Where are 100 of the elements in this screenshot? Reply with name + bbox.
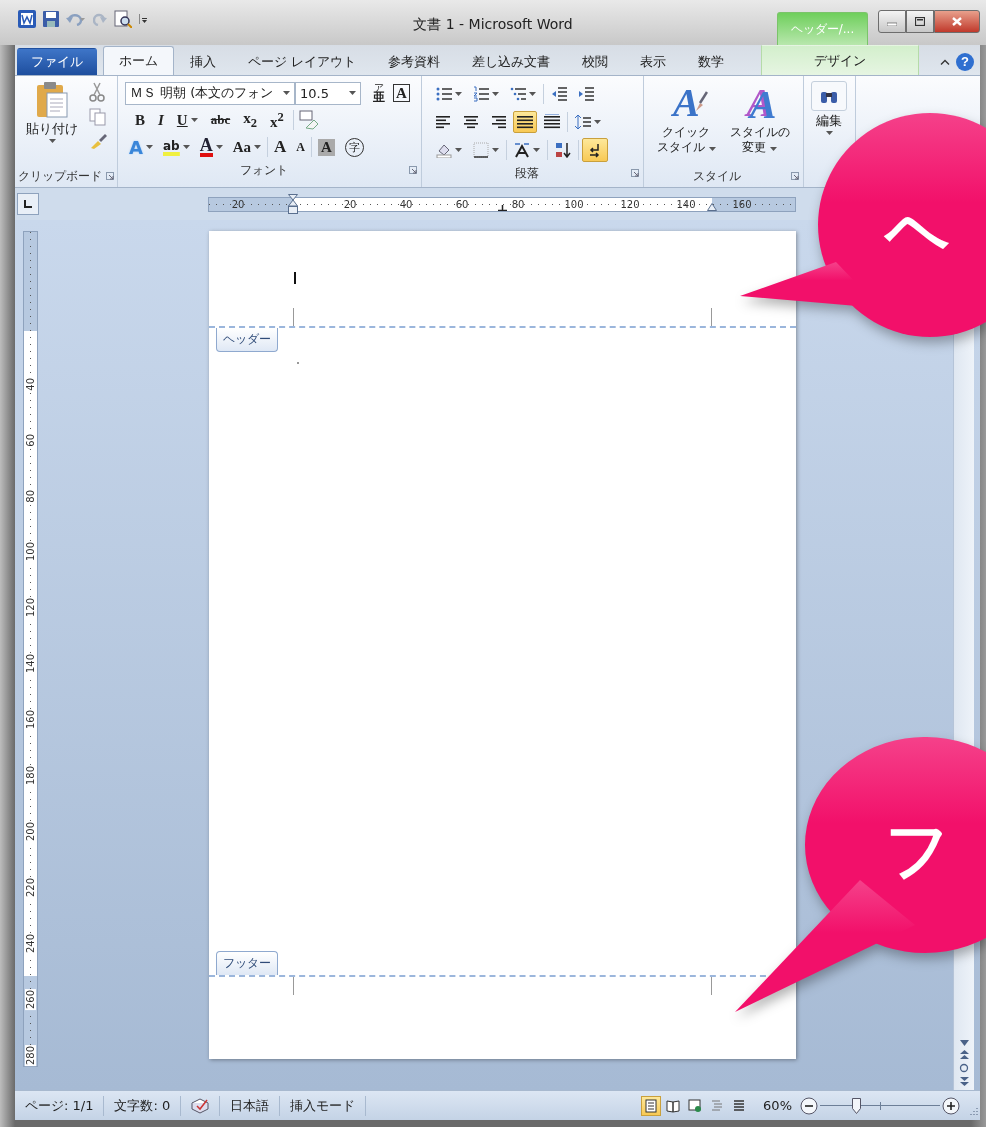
help-button[interactable]: ?	[956, 52, 974, 71]
browse-object-icon[interactable]	[959, 1063, 969, 1073]
ruler-number: 160	[731, 198, 753, 210]
format-painter-icon[interactable]	[89, 132, 107, 150]
highlight-button[interactable]: ab	[158, 136, 194, 158]
print-layout-view-button[interactable]	[641, 1095, 662, 1116]
shrink-button[interactable]: A	[292, 136, 309, 158]
ruler-number: 200	[24, 821, 36, 843]
callout-text: フ	[885, 815, 951, 885]
status-button[interactable]: 挿入モード	[290, 1096, 356, 1115]
group-label: クリップボード	[18, 167, 102, 185]
slider-thumb[interactable]	[852, 1097, 861, 1114]
ribbon-tab[interactable]: 参考資料	[372, 48, 457, 75]
caret-icon	[708, 147, 716, 151]
maximize-button[interactable]	[906, 10, 934, 33]
ribbon-tab[interactable]: 校閲	[566, 48, 625, 75]
ruler-number: 260	[24, 989, 36, 1011]
next-page-icon[interactable]	[959, 1077, 969, 1086]
distribute-icon	[544, 114, 560, 130]
paragraph-mark	[297, 362, 299, 364]
outline-view-icon	[710, 1098, 725, 1113]
underline-button[interactable]: U	[172, 109, 202, 131]
grow-button[interactable]: A	[269, 136, 291, 158]
decrease-indent-icon	[551, 86, 567, 102]
caret-icon	[533, 148, 540, 152]
font-name-field[interactable]: ＭＳ 明朝 (本文のフォン	[125, 81, 295, 105]
superscript-button[interactable]: x$^{2}$	[265, 109, 288, 131]
subscript-button[interactable]: x$_{2}$	[239, 109, 261, 131]
center-tab-icon[interactable]	[498, 204, 507, 211]
dialog-launcher-icon[interactable]	[631, 169, 639, 177]
caret-icon	[283, 91, 290, 95]
previous-page-icon[interactable]	[959, 1050, 969, 1059]
minimize-button[interactable]	[878, 10, 906, 33]
caret-icon	[455, 148, 462, 152]
caret-icon	[349, 91, 356, 95]
font-size-field[interactable]: 10.5	[295, 81, 361, 105]
case-button[interactable]: Aa	[228, 136, 265, 158]
show-marks-button[interactable]	[582, 138, 608, 162]
ruler-number: 140	[675, 198, 697, 210]
ribbon-tab[interactable]: 数学	[682, 48, 741, 75]
ribbon-tab[interactable]: 挿入	[174, 48, 232, 75]
collapse-ribbon-icon[interactable]	[940, 58, 950, 65]
scroll-down-icon[interactable]	[959, 1040, 969, 1046]
ribbon-tab[interactable]: ホーム	[103, 46, 174, 75]
caret-icon	[492, 148, 499, 152]
italic-button[interactable]: I	[154, 109, 168, 131]
window-title: 文書 1 - Microsoft Word	[413, 16, 573, 32]
ruler-number: 60	[454, 198, 470, 210]
zoom-slider[interactable]	[820, 1099, 940, 1112]
caret-icon	[190, 118, 198, 122]
status-text: ページ: 1/1	[25, 1096, 94, 1115]
clear-formatting-icon[interactable]	[298, 110, 319, 130]
ruby-button[interactable]: ア 亜	[369, 82, 389, 104]
close-button[interactable]	[934, 10, 980, 33]
text-cursor	[294, 272, 296, 284]
justify-icon	[517, 114, 533, 130]
ruler-number: 100	[563, 198, 585, 210]
indent-marker-icon[interactable]	[288, 193, 298, 214]
caret-icon	[455, 92, 462, 96]
ruler-number: 280	[24, 1045, 36, 1067]
paste-button[interactable]: 貼り付け	[19, 80, 85, 162]
color-button[interactable]: A	[195, 136, 227, 158]
dialog-launcher-icon[interactable]	[106, 172, 114, 180]
customize-icon[interactable]	[139, 14, 147, 24]
zoom-in-icon[interactable]	[942, 1096, 960, 1115]
status-button[interactable]: 日本語	[230, 1096, 270, 1115]
callout-text: ヘ	[885, 196, 951, 266]
align-center-icon	[463, 114, 479, 130]
ruler-number: 220	[24, 877, 36, 899]
bold-button[interactable]: B	[131, 109, 149, 131]
numbering-icon	[473, 86, 489, 102]
print-preview-icon[interactable]	[114, 10, 132, 28]
zoom-level[interactable]: 60%	[763, 1098, 792, 1113]
dialog-launcher-icon[interactable]	[409, 166, 417, 174]
ribbon-tab[interactable]: ページ レイアウト	[232, 48, 373, 75]
proofing-icon[interactable]	[191, 1097, 210, 1114]
align-left-icon	[436, 114, 452, 130]
caret-icon	[145, 145, 153, 149]
dialog-launcher-icon[interactable]	[790, 172, 799, 180]
save-icon[interactable]	[43, 11, 59, 27]
caret-icon	[253, 145, 261, 149]
ruler-number: 120	[619, 198, 641, 210]
reading-view-icon	[666, 1098, 681, 1113]
editing-button[interactable]: 編集	[807, 80, 851, 160]
ruler-number: 20	[342, 198, 358, 210]
file-tab[interactable]: ファイル	[17, 48, 97, 75]
caret-icon	[492, 92, 499, 96]
zoom-out-icon[interactable]	[800, 1096, 818, 1115]
tab-selector-button[interactable]	[17, 193, 39, 215]
quick-styles-button[interactable]: A クイック スタイル	[652, 80, 721, 158]
cut-icon[interactable]	[89, 82, 105, 102]
strike-button[interactable]: abc	[206, 109, 235, 131]
left-tab-icon	[24, 200, 32, 208]
justify-button[interactable]	[513, 111, 537, 133]
ribbon-tab[interactable]: 表示	[624, 48, 683, 75]
sort-icon	[555, 142, 571, 158]
design-tab[interactable]: デザイン	[761, 45, 919, 75]
right-indent-icon[interactable]	[707, 202, 717, 211]
ribbon-tab[interactable]: 差し込み文書	[456, 48, 567, 75]
app-icon[interactable]	[18, 10, 36, 28]
